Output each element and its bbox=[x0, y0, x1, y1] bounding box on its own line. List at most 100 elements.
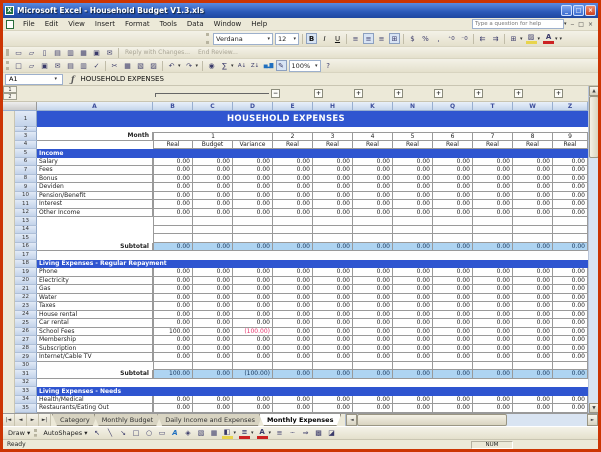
standard-format-painter-icon[interactable]: ▨ bbox=[148, 60, 159, 71]
value-cell[interactable]: 0.00 bbox=[353, 293, 393, 302]
value-cell[interactable]: 0.00 bbox=[153, 293, 193, 302]
value-cell[interactable]: 0.00 bbox=[393, 404, 433, 413]
empty-cell[interactable] bbox=[233, 361, 273, 370]
workbook-restore-button[interactable]: □ bbox=[576, 21, 586, 28]
value-cell[interactable]: 0.00 bbox=[193, 200, 233, 209]
value-cell[interactable]: 0.00 bbox=[273, 293, 313, 302]
row-header-24[interactable]: 24 bbox=[15, 310, 37, 319]
value-cell[interactable]: 0.00 bbox=[233, 285, 273, 294]
value-cell[interactable]: 0.00 bbox=[233, 166, 273, 175]
value-cell[interactable]: 0.00 bbox=[233, 344, 273, 353]
format-borders-dropdown[interactable]: ▾ bbox=[520, 36, 523, 42]
menu-window[interactable]: Window bbox=[209, 19, 247, 29]
standard-print-icon[interactable]: ▤ bbox=[65, 60, 76, 71]
month-8-cell[interactable]: 8 bbox=[513, 132, 553, 141]
section-header-cell[interactable]: Living Expenses - Needs bbox=[37, 387, 588, 396]
standard-print-preview-icon[interactable]: ▥ bbox=[78, 60, 89, 71]
subtotal-label-cell[interactable]: Subtotal bbox=[37, 242, 153, 251]
collapse-group-icon[interactable]: − bbox=[271, 89, 280, 98]
row-header-27[interactable]: 27 bbox=[15, 336, 37, 345]
value-cell[interactable]: 0.00 bbox=[233, 208, 273, 217]
value-cell[interactable]: 0.00 bbox=[313, 370, 353, 379]
value-cell[interactable]: 0.00 bbox=[233, 157, 273, 166]
empty-cell[interactable] bbox=[273, 234, 313, 243]
coltype-cell[interactable]: Real bbox=[473, 140, 513, 149]
row-header-14[interactable]: 14 bbox=[15, 225, 37, 234]
value-cell[interactable]: 0.00 bbox=[153, 310, 193, 319]
coltype-cell[interactable]: Real bbox=[313, 140, 353, 149]
value-cell[interactable]: 0.00 bbox=[473, 183, 513, 192]
standard-drawing-icon[interactable]: ✎ bbox=[275, 60, 287, 71]
value-cell[interactable]: 0.00 bbox=[193, 157, 233, 166]
outline-level-2-button[interactable]: 2 bbox=[3, 93, 17, 100]
value-cell[interactable]: 0.00 bbox=[513, 276, 553, 285]
draw-dash-style-icon[interactable]: ┄ bbox=[287, 428, 298, 439]
format-decrease-indent-icon[interactable]: ⇇ bbox=[477, 33, 488, 44]
draw-wordart-icon[interactable]: A bbox=[170, 428, 181, 439]
empty-cell[interactable] bbox=[393, 361, 433, 370]
value-cell[interactable]: 0.00 bbox=[193, 268, 233, 277]
value-cell[interactable]: 0.00 bbox=[433, 174, 473, 183]
value-cell[interactable]: 0.00 bbox=[233, 276, 273, 285]
draw-line-icon[interactable]: ╲ bbox=[105, 428, 116, 439]
minimize-button[interactable]: _ bbox=[561, 5, 572, 16]
cell-a13[interactable] bbox=[37, 217, 153, 226]
coltype-cell[interactable]: Real bbox=[153, 140, 193, 149]
format-align-left-icon[interactable]: ≡ bbox=[350, 33, 361, 44]
coltype-cell[interactable]: Real bbox=[353, 140, 393, 149]
standard-hyperlink-icon[interactable]: ◉ bbox=[206, 60, 217, 71]
menu-view[interactable]: View bbox=[63, 19, 90, 29]
empty-cell[interactable] bbox=[153, 225, 193, 234]
draw-picture-icon[interactable]: ▦ bbox=[209, 428, 220, 439]
draw-menu-button[interactable]: Draw ▾ bbox=[5, 429, 33, 437]
row-header-33[interactable]: 33 bbox=[15, 387, 37, 396]
draw-text-box-icon[interactable]: ▭ bbox=[157, 428, 168, 439]
value-cell[interactable]: 0.00 bbox=[513, 242, 553, 251]
item-label-cell[interactable]: Water bbox=[37, 293, 153, 302]
value-cell[interactable]: 0.00 bbox=[313, 200, 353, 209]
value-cell[interactable]: 0.00 bbox=[553, 285, 588, 294]
standard-spelling-icon[interactable]: ✓ bbox=[91, 60, 102, 71]
value-cell[interactable]: 0.00 bbox=[513, 404, 553, 413]
value-cell[interactable]: 0.00 bbox=[553, 327, 588, 336]
standard-chart-wizard-icon[interactable]: ▅▂▇ bbox=[263, 60, 274, 71]
value-cell[interactable]: 0.00 bbox=[393, 208, 433, 217]
vertical-scroll-thumb[interactable] bbox=[589, 96, 598, 158]
row-header-17[interactable]: 17 bbox=[15, 251, 37, 260]
value-cell[interactable]: 0.00 bbox=[473, 285, 513, 294]
value-cell[interactable]: 0.00 bbox=[553, 242, 588, 251]
value-cell[interactable]: 0.00 bbox=[273, 395, 313, 404]
value-cell[interactable]: 0.00 bbox=[273, 174, 313, 183]
column-header-D[interactable]: D bbox=[233, 102, 273, 111]
value-cell[interactable]: 0.00 bbox=[393, 336, 433, 345]
draw-3d-style-icon[interactable]: ◪ bbox=[326, 428, 337, 439]
standard-sort-ascending-icon[interactable]: A↓ bbox=[237, 60, 248, 71]
value-cell[interactable]: 0.00 bbox=[233, 302, 273, 311]
standard-sort-descending-icon[interactable]: Z↓ bbox=[250, 60, 261, 71]
month-9-cell[interactable]: 9 bbox=[553, 132, 588, 141]
review-previous-comment-icon[interactable]: ▱ bbox=[26, 47, 37, 58]
horizontal-scrollbar[interactable]: ◄ ► bbox=[345, 414, 598, 426]
row-header-28[interactable]: 28 bbox=[15, 344, 37, 353]
format-merge-center-icon[interactable]: ⊞ bbox=[389, 33, 400, 44]
value-cell[interactable]: 0.00 bbox=[193, 327, 233, 336]
value-cell[interactable]: 0.00 bbox=[433, 200, 473, 209]
row-header-1[interactable]: 1 bbox=[15, 111, 37, 127]
value-cell[interactable]: 0.00 bbox=[233, 404, 273, 413]
restore-button[interactable]: □ bbox=[573, 5, 584, 16]
help-icon[interactable]: ? bbox=[323, 60, 334, 71]
value-cell[interactable]: 0.00 bbox=[513, 327, 553, 336]
value-cell[interactable]: 0.00 bbox=[353, 310, 393, 319]
empty-cell[interactable] bbox=[313, 225, 353, 234]
item-label-cell[interactable]: Bonus bbox=[37, 174, 153, 183]
value-cell[interactable]: 0.00 bbox=[153, 336, 193, 345]
value-cell[interactable]: 0.00 bbox=[473, 344, 513, 353]
format-font-color-icon[interactable]: A bbox=[543, 33, 555, 44]
month-1-cell[interactable]: 1 bbox=[153, 132, 273, 141]
item-label-cell[interactable]: Taxes bbox=[37, 302, 153, 311]
value-cell[interactable]: 0.00 bbox=[513, 285, 553, 294]
standard-undo-dropdown[interactable]: ▾ bbox=[178, 63, 181, 69]
column-header-E[interactable]: E bbox=[273, 102, 313, 111]
row-header-9[interactable]: 9 bbox=[15, 183, 37, 192]
draw-clip-art-icon[interactable]: ▧ bbox=[196, 428, 207, 439]
